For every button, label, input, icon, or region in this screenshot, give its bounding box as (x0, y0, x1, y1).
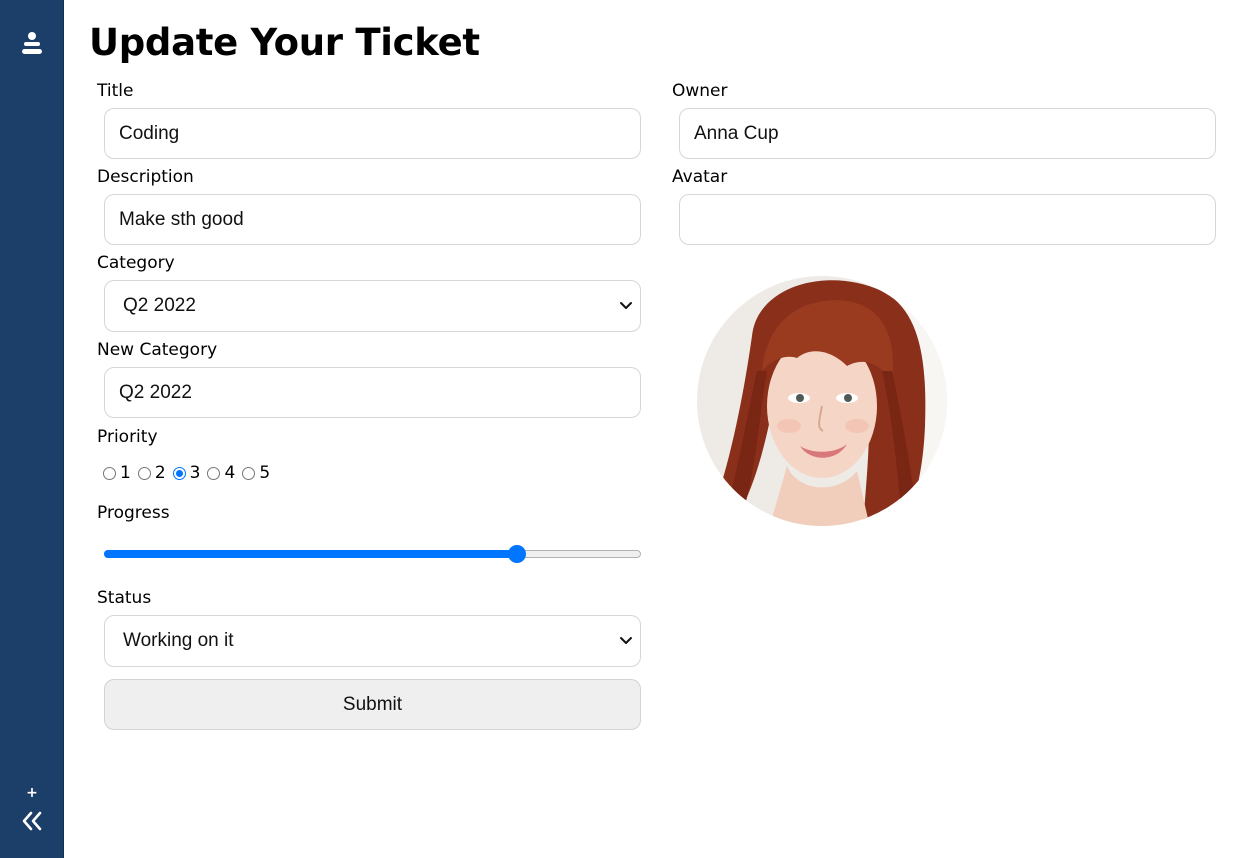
priority-option-5[interactable]: 5 (242, 463, 270, 483)
progress-label: Progress (97, 503, 170, 523)
title-label: Title (97, 81, 134, 101)
status-select-value: Working on it (123, 630, 234, 651)
radio-button-selected[interactable] (172, 466, 186, 480)
category-select-value: Q2 2022 (123, 295, 196, 316)
submit-button[interactable]: Submit (104, 679, 641, 730)
progress-slider[interactable] (104, 545, 641, 565)
priority-option-label: 3 (189, 463, 201, 483)
priority-option-label: 1 (120, 463, 131, 483)
radio-button[interactable] (207, 466, 221, 480)
priority-label: Priority (97, 427, 158, 447)
priority-radio-group: 1 2 3 4 5 (103, 462, 277, 484)
progress-slider-fill (104, 550, 517, 558)
avatar-portrait (697, 276, 947, 526)
radio-button[interactable] (242, 466, 256, 480)
priority-option-label: 5 (259, 463, 271, 483)
radio-button[interactable] (103, 466, 116, 480)
new-category-label: New Category (97, 340, 218, 360)
progress-slider-thumb[interactable] (508, 545, 526, 563)
priority-option-label: 4 (224, 463, 236, 483)
page-title: Update Your Ticket (89, 21, 480, 64)
priority-option-4[interactable]: 4 (207, 463, 235, 483)
avatar-image (697, 276, 947, 526)
category-select[interactable]: Q2 2022 (104, 280, 641, 332)
radio-button[interactable] (137, 466, 151, 480)
description-label: Description (97, 167, 194, 187)
priority-option-label: 2 (154, 463, 166, 483)
status-select[interactable]: Working on it (104, 615, 641, 667)
category-label: Category (97, 253, 175, 273)
sidebar: + (0, 0, 64, 858)
chevron-down-icon (620, 637, 632, 644)
new-category-input[interactable] (104, 367, 641, 418)
priority-option-1[interactable]: 1 (103, 463, 131, 483)
title-input[interactable] (104, 108, 641, 159)
owner-label: Owner (672, 81, 728, 101)
add-icon[interactable]: + (26, 784, 38, 802)
chevron-down-icon (620, 302, 632, 309)
owner-input[interactable] (679, 108, 1216, 159)
avatar-label: Avatar (672, 167, 728, 187)
double-chevron-left-icon[interactable] (21, 810, 43, 832)
priority-option-3[interactable]: 3 (172, 463, 201, 483)
description-input[interactable] (104, 194, 641, 245)
status-label: Status (97, 588, 152, 608)
ticket-stack-icon[interactable] (22, 32, 42, 56)
avatar-input[interactable] (679, 194, 1216, 245)
priority-option-2[interactable]: 2 (137, 463, 166, 483)
